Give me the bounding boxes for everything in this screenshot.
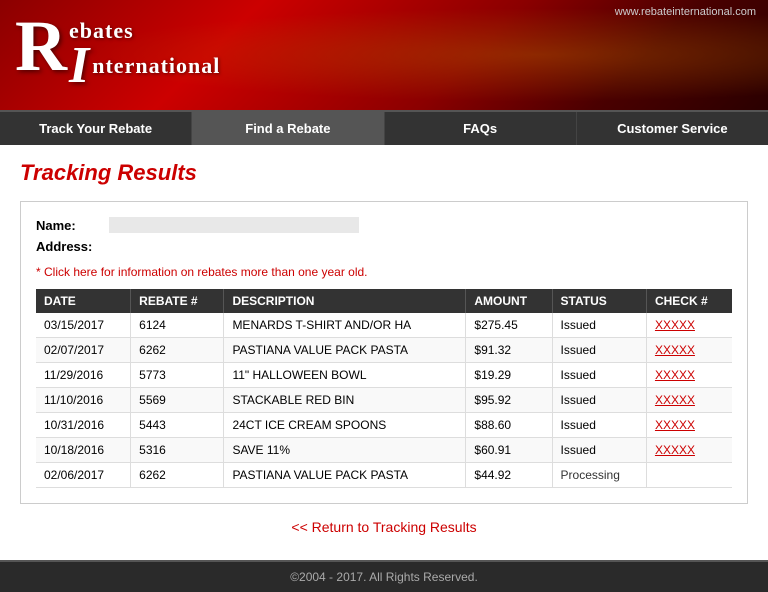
address-row: Address: bbox=[36, 239, 732, 254]
nav-find-a-rebate[interactable]: Find a Rebate bbox=[192, 112, 384, 145]
navigation: Track Your Rebate Find a Rebate FAQs Cus… bbox=[0, 110, 768, 145]
cell-check[interactable]: XXXXX bbox=[646, 438, 732, 463]
col-check: CHECK # bbox=[646, 289, 732, 313]
logo-r-letter: R bbox=[15, 10, 67, 82]
col-date: DATE bbox=[36, 289, 131, 313]
cell-status: Issued bbox=[552, 438, 646, 463]
cell-description: PASTIANA VALUE PACK PASTA bbox=[224, 463, 466, 488]
cell-rebate: 6262 bbox=[131, 463, 224, 488]
header: www.rebateinternational.com R ebates I n… bbox=[0, 0, 768, 110]
cell-amount: $60.91 bbox=[466, 438, 552, 463]
logo-i-block: I nternational bbox=[69, 40, 220, 92]
table-row: 10/31/2016544324CT ICE CREAM SPOONS$88.6… bbox=[36, 413, 732, 438]
cell-date: 03/15/2017 bbox=[36, 313, 131, 338]
cell-check[interactable]: XXXXX bbox=[646, 363, 732, 388]
cell-description: 11" HALLOWEEN BOWL bbox=[224, 363, 466, 388]
return-link-area: << Return to Tracking Results bbox=[20, 519, 748, 535]
footer: ©2004 - 2017. All Rights Reserved. bbox=[0, 560, 768, 592]
cell-rebate: 5569 bbox=[131, 388, 224, 413]
table-body: 03/15/20176124MENARDS T-SHIRT AND/OR HA$… bbox=[36, 313, 732, 488]
cell-amount: $95.92 bbox=[466, 388, 552, 413]
name-value bbox=[109, 217, 359, 233]
logo-international-text: nternational bbox=[92, 53, 220, 79]
col-status: STATUS bbox=[552, 289, 646, 313]
cell-description: 24CT ICE CREAM SPOONS bbox=[224, 413, 466, 438]
return-link[interactable]: << Return to Tracking Results bbox=[291, 519, 476, 535]
cell-rebate: 5773 bbox=[131, 363, 224, 388]
footer-text: ©2004 - 2017. All Rights Reserved. bbox=[290, 570, 478, 584]
cell-rebate: 6262 bbox=[131, 338, 224, 363]
page-title: Tracking Results bbox=[20, 160, 748, 186]
table-header-row: DATE REBATE # DESCRIPTION AMOUNT STATUS … bbox=[36, 289, 732, 313]
cell-check[interactable]: XXXXX bbox=[646, 413, 732, 438]
results-box: Name: Address: * Click here for informat… bbox=[20, 201, 748, 504]
logo-i-letter: I bbox=[69, 40, 89, 92]
cell-amount: $275.45 bbox=[466, 313, 552, 338]
table-header: DATE REBATE # DESCRIPTION AMOUNT STATUS … bbox=[36, 289, 732, 313]
table-row: 03/15/20176124MENARDS T-SHIRT AND/OR HA$… bbox=[36, 313, 732, 338]
cell-status: Issued bbox=[552, 313, 646, 338]
cell-date: 10/18/2016 bbox=[36, 438, 131, 463]
cell-description: PASTIANA VALUE PACK PASTA bbox=[224, 338, 466, 363]
cell-rebate: 6124 bbox=[131, 313, 224, 338]
cell-status: Issued bbox=[552, 413, 646, 438]
rebates-table: DATE REBATE # DESCRIPTION AMOUNT STATUS … bbox=[36, 289, 732, 488]
nav-faqs[interactable]: FAQs bbox=[385, 112, 577, 145]
cell-status: Issued bbox=[552, 338, 646, 363]
col-rebate: REBATE # bbox=[131, 289, 224, 313]
cell-date: 10/31/2016 bbox=[36, 413, 131, 438]
table-row: 10/18/20165316SAVE 11%$60.91IssuedXXXXX bbox=[36, 438, 732, 463]
site-url: www.rebateinternational.com bbox=[615, 6, 756, 18]
table-row: 02/06/20176262PASTIANA VALUE PACK PASTA$… bbox=[36, 463, 732, 488]
cell-amount: $91.32 bbox=[466, 338, 552, 363]
cell-check bbox=[646, 463, 732, 488]
cell-description: SAVE 11% bbox=[224, 438, 466, 463]
nav-track-your-rebate[interactable]: Track Your Rebate bbox=[0, 112, 192, 145]
cell-description: STACKABLE RED BIN bbox=[224, 388, 466, 413]
cell-check[interactable]: XXXXX bbox=[646, 313, 732, 338]
cell-check[interactable]: XXXXX bbox=[646, 338, 732, 363]
cell-amount: $88.60 bbox=[466, 413, 552, 438]
cell-amount: $19.29 bbox=[466, 363, 552, 388]
cell-check[interactable]: XXXXX bbox=[646, 388, 732, 413]
name-row: Name: bbox=[36, 217, 732, 233]
info-link[interactable]: * Click here for information on rebates … bbox=[36, 265, 368, 279]
cell-date: 02/06/2017 bbox=[36, 463, 131, 488]
cell-rebate: 5443 bbox=[131, 413, 224, 438]
cell-date: 11/29/2016 bbox=[36, 363, 131, 388]
cell-date: 11/10/2016 bbox=[36, 388, 131, 413]
cell-amount: $44.92 bbox=[466, 463, 552, 488]
cell-description: MENARDS T-SHIRT AND/OR HA bbox=[224, 313, 466, 338]
cell-status: Issued bbox=[552, 363, 646, 388]
col-description: DESCRIPTION bbox=[224, 289, 466, 313]
cell-status: Issued bbox=[552, 388, 646, 413]
col-amount: AMOUNT bbox=[466, 289, 552, 313]
table-row: 11/10/20165569STACKABLE RED BIN$95.92Iss… bbox=[36, 388, 732, 413]
name-label: Name: bbox=[36, 218, 101, 233]
cell-date: 02/07/2017 bbox=[36, 338, 131, 363]
main-content: Tracking Results Name: Address: * Click … bbox=[0, 145, 768, 560]
address-label: Address: bbox=[36, 239, 101, 254]
logo: R ebates I nternational bbox=[15, 10, 220, 92]
cell-status: Processing bbox=[552, 463, 646, 488]
cell-rebate: 5316 bbox=[131, 438, 224, 463]
nav-customer-service[interactable]: Customer Service bbox=[577, 112, 768, 145]
table-row: 02/07/20176262PASTIANA VALUE PACK PASTA$… bbox=[36, 338, 732, 363]
logo-text: ebates I nternational bbox=[69, 18, 220, 92]
table-row: 11/29/2016577311" HALLOWEEN BOWL$19.29Is… bbox=[36, 363, 732, 388]
